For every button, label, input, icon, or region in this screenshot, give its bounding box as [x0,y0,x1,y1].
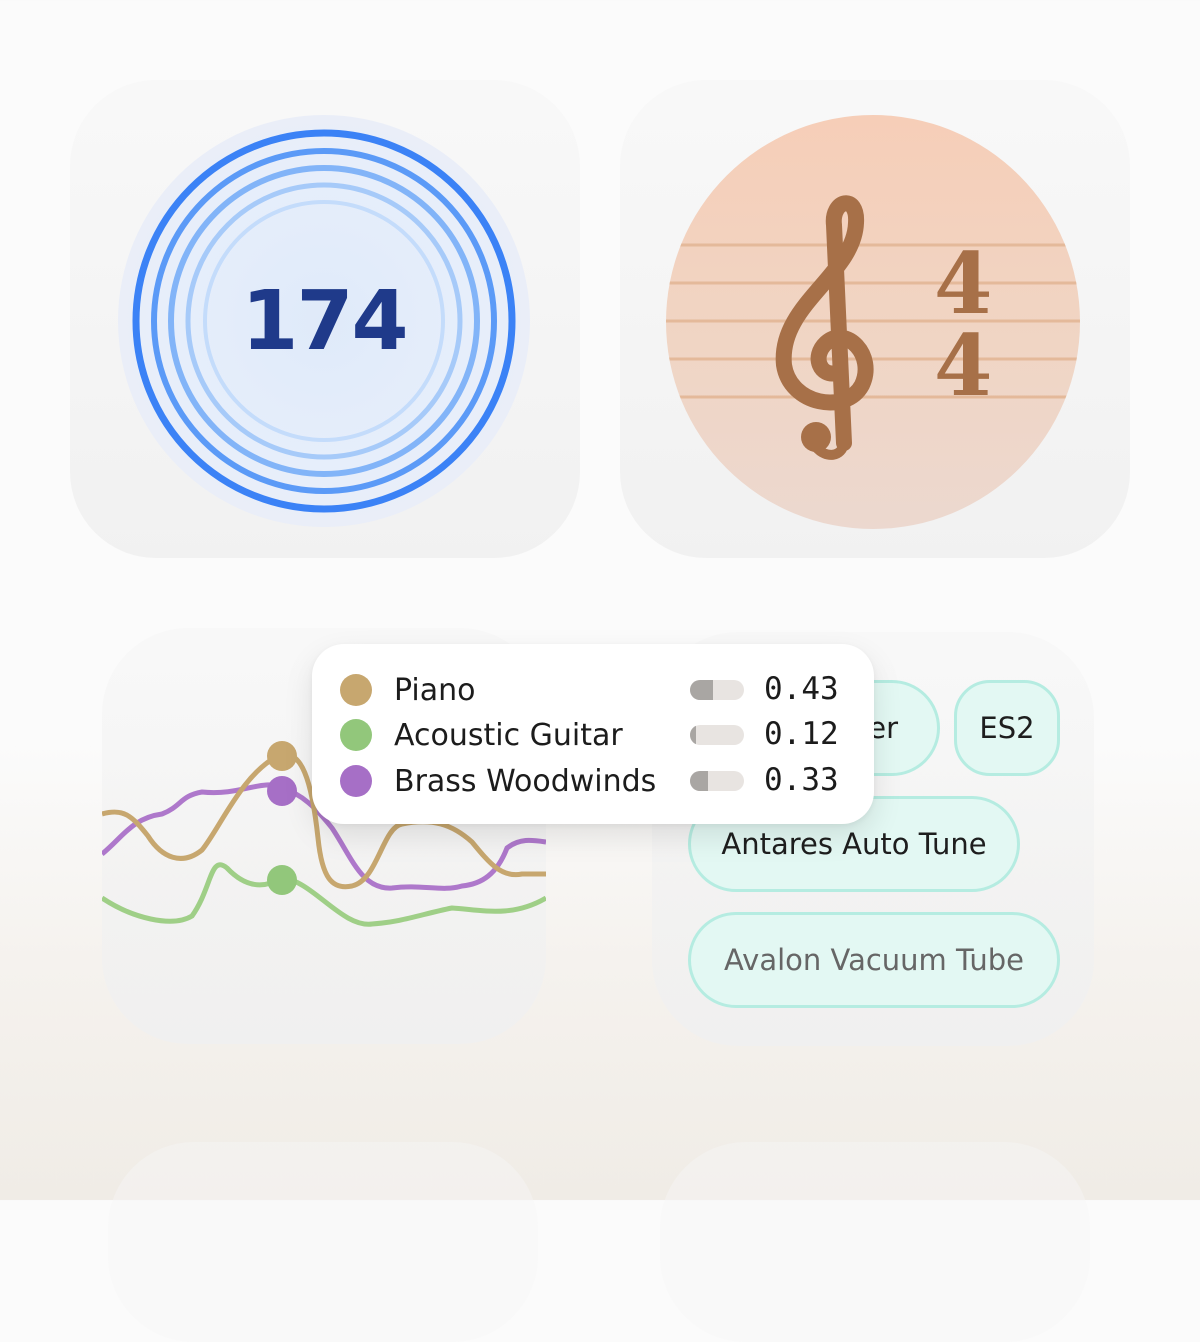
level-bar [690,725,744,745]
guitar-color-dot [340,719,372,751]
tempo-dial[interactable]: 174 [118,115,530,527]
bpm-value: 174 [241,273,408,369]
time-signature-badge[interactable]: 4 4 [666,115,1080,529]
time-signature-denominator: 4 [934,316,992,415]
faded-tile-right [660,1142,1090,1342]
brass-marker [267,776,297,806]
legend-value: 0.33 [764,762,839,798]
faded-tile-left [108,1142,538,1342]
legend-row-guitar[interactable]: Acoustic Guitar 0.12 [312,713,874,757]
legend-value: 0.12 [764,716,839,752]
guitar-marker [267,865,297,895]
instrument-legend-popover: Piano 0.43 Acoustic Guitar 0.12 Brass Wo… [312,644,874,824]
legend-name: Piano [394,673,476,708]
level-bar [690,680,744,700]
level-bar-fill [690,771,708,791]
plugin-chip-label: Avalon Vacuum Tube [724,943,1024,977]
plugin-chip-es2[interactable]: ES2 [954,680,1060,776]
piano-marker [267,741,297,771]
brass-color-dot [340,765,372,797]
level-bar [690,771,744,791]
piano-color-dot [340,674,372,706]
level-bar-fill [690,680,714,700]
legend-name: Acoustic Guitar [394,718,623,753]
legend-row-brass[interactable]: Brass Woodwinds 0.33 [312,759,874,803]
legend-value: 0.43 [764,671,839,707]
plugin-chip-avalon[interactable]: Avalon Vacuum Tube [688,912,1060,1008]
plugin-chip-label: Antares Auto Tune [721,827,987,861]
legend-row-piano[interactable]: Piano 0.43 [312,668,874,712]
plugin-chip-label: ES2 [979,711,1035,745]
legend-name: Brass Woodwinds [394,764,657,799]
level-bar-fill [690,725,697,745]
